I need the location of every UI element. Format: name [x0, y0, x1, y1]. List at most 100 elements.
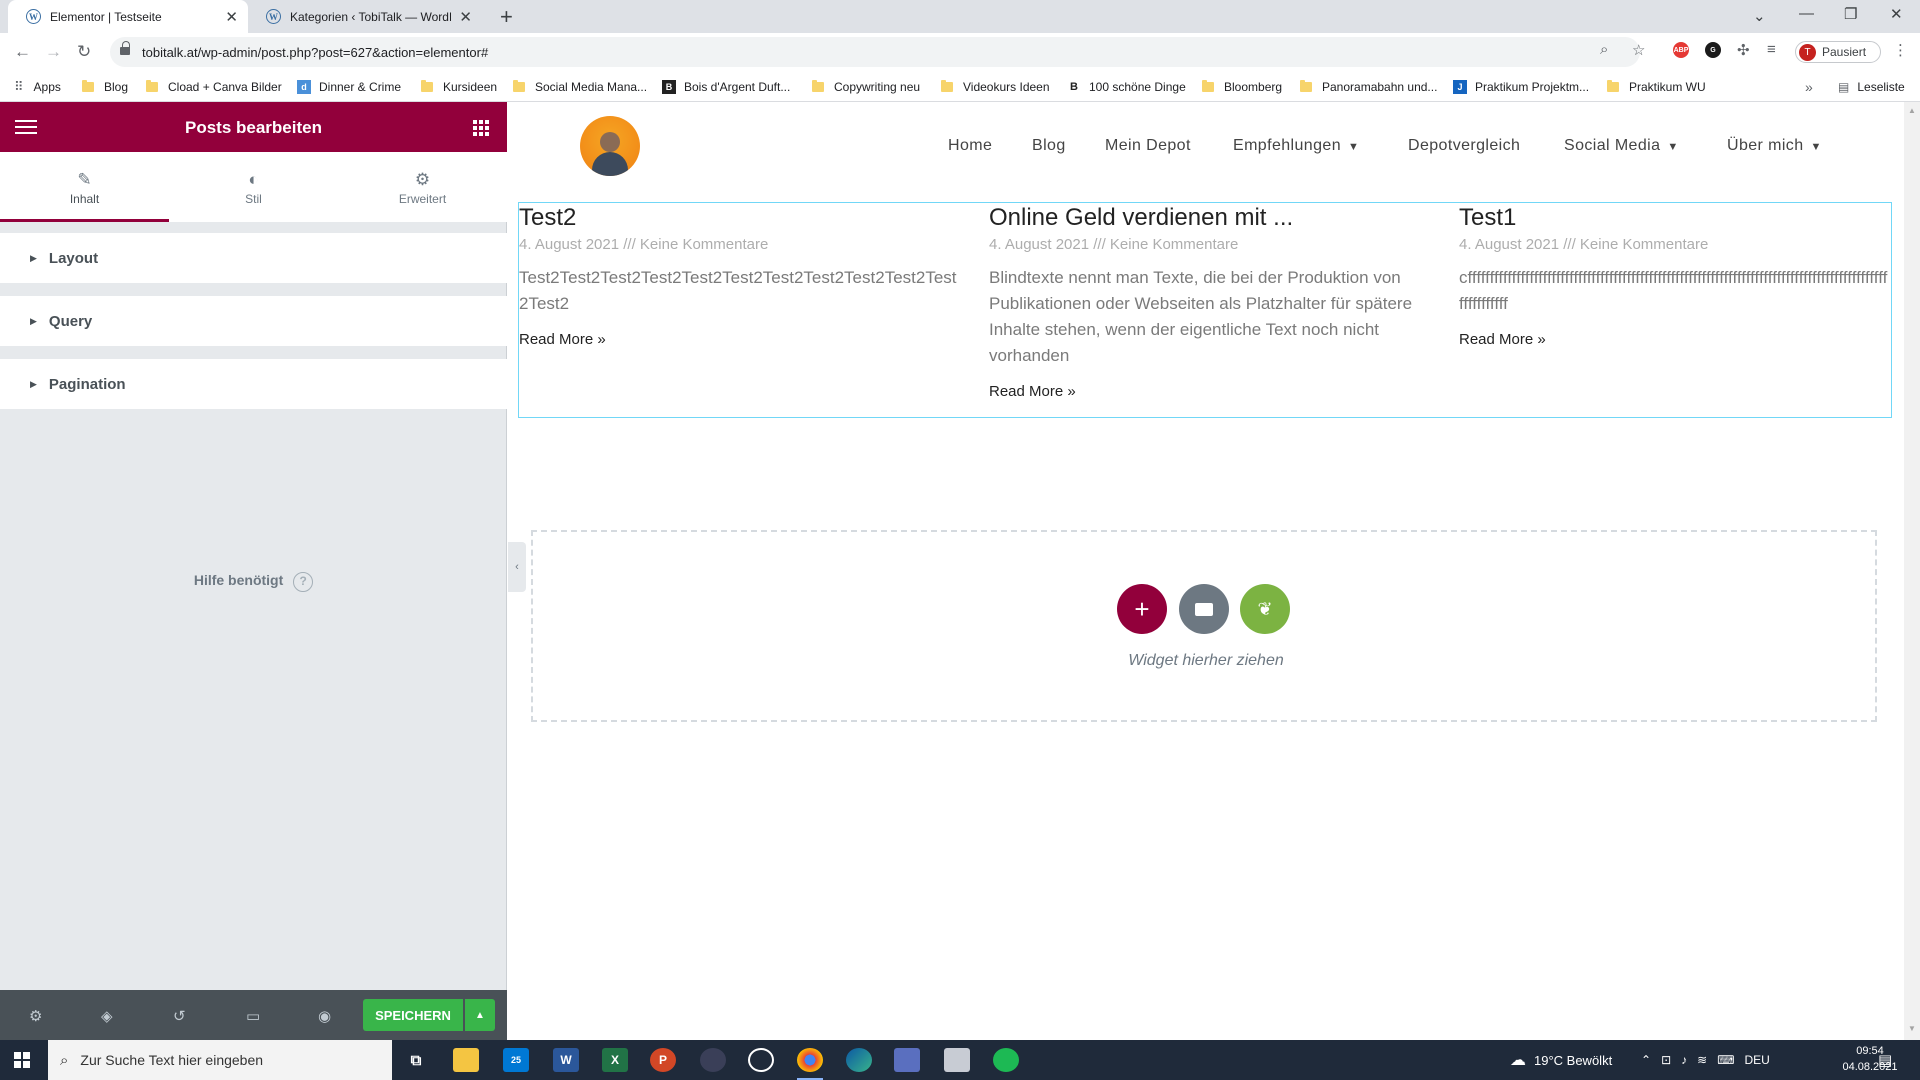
post-title[interactable]: Online Geld verdienen mit ... [989, 204, 1444, 232]
notifications-icon[interactable]: ▤ [1878, 1040, 1892, 1080]
nav-empfehlungen[interactable]: Empfehlungen ▼ [1233, 137, 1359, 155]
bookmark-praktikum-projekt[interactable]: J Praktikum Projektm... [1453, 71, 1589, 102]
excel-icon[interactable]: X [602, 1048, 628, 1072]
bookmark-dinner-crime[interactable]: d Dinner & Crime [297, 71, 401, 102]
tab-label: Stil [245, 192, 262, 206]
close-icon[interactable]: ✕ [459, 8, 472, 26]
read-more-link[interactable]: Read More » [989, 383, 1444, 400]
save-button[interactable]: SPEICHERN [363, 999, 463, 1031]
tab-elementor[interactable]: W Elementor | Testseite ✕ [8, 0, 248, 33]
panel-footer: ⚙ ◈ ↺ ▭ ◉ SPEICHERN ▲ [0, 990, 507, 1040]
bookmark-star-icon[interactable]: ☆ [1632, 41, 1645, 59]
responsive-mode-icon[interactable]: ▭ [246, 1007, 260, 1025]
save-options-button[interactable]: ▲ [465, 999, 495, 1031]
tab-inhalt[interactable]: ✎ Inhalt [0, 152, 169, 222]
minimize-button[interactable]: — [1799, 5, 1814, 22]
extensions-icon[interactable]: ✣ [1737, 41, 1750, 59]
nav-home[interactable]: Home [948, 137, 992, 155]
app-icon[interactable] [700, 1048, 726, 1072]
bookmark-kursideen[interactable]: Kursideen [421, 71, 497, 102]
chrome-icon[interactable] [797, 1048, 823, 1072]
word-icon[interactable]: W [553, 1048, 579, 1072]
nav-ueber-mich[interactable]: Über mich ▼ [1727, 137, 1822, 155]
nav-social-media[interactable]: Social Media ▼ [1564, 137, 1679, 155]
site-favicon-icon: B [1070, 80, 1078, 93]
section-layout[interactable]: ▶ Layout [0, 233, 507, 283]
more-bookmarks-icon[interactable]: » [1805, 71, 1813, 102]
new-tab-button[interactable]: + [500, 4, 513, 30]
preview-eye-icon[interactable]: ◉ [318, 1007, 331, 1025]
cloud-icon: ☁ [1510, 1052, 1526, 1069]
envato-kit-button[interactable]: ❦ [1240, 584, 1290, 634]
tab-search-icon[interactable]: ⌄ [1753, 7, 1766, 25]
settings-gear-icon[interactable]: ⚙ [29, 1007, 42, 1025]
section-query[interactable]: ▶ Query [0, 296, 507, 346]
close-icon[interactable]: ✕ [225, 8, 238, 26]
taskbar-search-input[interactable]: ⌕ Zur Suche Text hier eingeben [48, 1040, 392, 1080]
collapse-panel-handle[interactable]: ‹ [508, 542, 526, 592]
restore-button[interactable]: ❐ [1844, 5, 1857, 23]
read-more-link[interactable]: Read More » [519, 331, 959, 348]
system-tray-icons[interactable]: ⌃ ⊡ ♪ ≋ ⌨ DEU [1641, 1040, 1770, 1080]
post-excerpt: cfffffffffffffffffffffffffffffffffffffff… [1459, 268, 1888, 313]
scroll-up-icon[interactable]: ▲ [1908, 106, 1916, 115]
widgets-grid-icon[interactable] [473, 120, 489, 136]
bookmark-100-dinge[interactable]: B 100 schöne Dinge [1067, 71, 1186, 102]
edge-icon[interactable] [846, 1048, 872, 1072]
caret-right-icon: ▶ [30, 378, 37, 389]
scroll-down-icon[interactable]: ▼ [1908, 1024, 1916, 1033]
tab-kategorien[interactable]: W Kategorien ‹ TobiTalk — WordPre ✕ [248, 0, 482, 33]
site-logo[interactable] [580, 116, 640, 176]
bookmark-blog[interactable]: Blog [82, 71, 128, 102]
section-pagination[interactable]: ▶ Pagination [0, 359, 507, 409]
powerpoint-icon[interactable]: P [650, 1048, 676, 1072]
adblock-icon[interactable]: ABP [1673, 42, 1689, 58]
tab-stil[interactable]: ◐ Stil [169, 152, 338, 222]
reload-button[interactable]: ↻ [77, 42, 91, 62]
close-window-button[interactable]: ✕ [1890, 5, 1903, 23]
obs-icon[interactable] [748, 1048, 774, 1072]
widget-dropzone[interactable]: + ❦ Widget hierher ziehen [531, 530, 1877, 722]
forward-button[interactable]: → [45, 42, 62, 62]
bookmark-canva[interactable]: Cload + Canva Bilder [146, 71, 282, 102]
file-explorer-icon[interactable] [453, 1048, 479, 1072]
history-icon[interactable]: ↺ [173, 1007, 186, 1025]
bookmark-videokurs[interactable]: Videokurs Ideen [941, 71, 1050, 102]
reading-list[interactable]: ▤ Leseliste [1838, 71, 1905, 102]
bookmark-bloomberg[interactable]: Bloomberg [1202, 71, 1282, 102]
add-section-button[interactable]: + [1117, 584, 1167, 634]
bookmark-copywriting[interactable]: Copywriting neu [812, 71, 920, 102]
nav-mein-depot[interactable]: Mein Depot [1105, 137, 1191, 155]
add-template-button[interactable] [1179, 584, 1229, 634]
windows-start-icon[interactable] [14, 1052, 30, 1068]
bookmark-praktikum-wu[interactable]: Praktikum WU [1607, 71, 1706, 102]
zoom-icon[interactable]: ⌕ [1600, 41, 1608, 58]
browser-menu-icon[interactable]: ⋮ [1893, 41, 1908, 59]
mail-icon[interactable]: 25 [503, 1048, 529, 1072]
page-scrollbar[interactable]: ▲ ▼ [1904, 102, 1920, 1040]
weather-widget[interactable]: ☁ 19°C Bewölkt [1510, 1040, 1612, 1080]
post-title[interactable]: Test2 [519, 204, 959, 232]
address-bar[interactable]: tobitalk.at/wp-admin/post.php?post=627&a… [110, 37, 1640, 67]
nav-depotvergleich[interactable]: Depotvergleich [1408, 137, 1520, 155]
navigator-layers-icon[interactable]: ◈ [101, 1007, 113, 1025]
task-view-icon[interactable]: ⧉ [403, 1048, 429, 1072]
bookmark-social-media[interactable]: Social Media Mana... [513, 71, 647, 102]
read-more-link[interactable]: Read More » [1459, 331, 1891, 348]
back-button[interactable]: ← [14, 42, 31, 62]
profile-button[interactable]: T Pausiert [1795, 41, 1881, 63]
bookmark-apps[interactable]: ⠿ Apps [14, 71, 61, 102]
reading-mode-icon[interactable]: ≡ [1767, 41, 1776, 58]
tab-erweitert[interactable]: ⚙ Erweitert [338, 152, 507, 222]
app-icon[interactable] [894, 1048, 920, 1072]
section-label: Query [48, 312, 93, 330]
bookmark-panoramabahn[interactable]: Panoramabahn und... [1300, 71, 1437, 102]
bookmark-bois-dargent[interactable]: B Bois d'Argent Duft... [662, 71, 790, 102]
spotify-icon[interactable] [993, 1048, 1019, 1072]
notepad-icon[interactable] [944, 1048, 970, 1072]
folder-icon [812, 79, 824, 92]
post-title[interactable]: Test1 [1459, 204, 1891, 232]
grammarly-icon[interactable]: G [1705, 42, 1721, 58]
nav-blog[interactable]: Blog [1032, 137, 1066, 155]
help-link[interactable]: Hilfe benötigt ? [0, 572, 507, 592]
